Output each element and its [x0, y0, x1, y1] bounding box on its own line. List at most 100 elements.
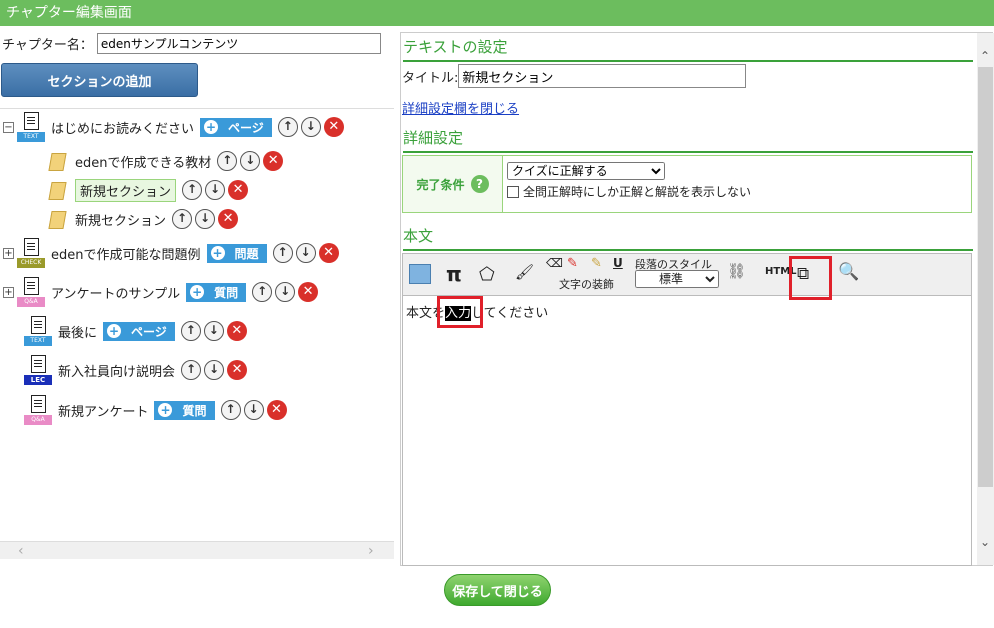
plus-icon: + — [210, 246, 225, 260]
text-page-icon: TEXT — [24, 316, 52, 346]
section-icon — [47, 209, 69, 229]
correct-only-checkbox-row[interactable]: 全問正解時にしか正解と解説を表示しない — [507, 183, 751, 200]
add-page-button[interactable]: + ページ — [200, 117, 272, 137]
delete-icon[interactable]: ✕ — [226, 321, 247, 341]
text-color-icon[interactable]: ✎ — [567, 256, 578, 271]
rich-text-editor: π ⬠ 🖌 ⌫ ✎ ✎ U 文字の装飾 段落のスタイル 標準 ⛓ HTML ⧉ … — [402, 253, 972, 566]
tree-node-label[interactable]: edenで作成可能な問題例 — [51, 244, 201, 263]
move-down-icon[interactable]: ↓ — [203, 321, 224, 341]
expand-icon[interactable]: + — [3, 247, 14, 259]
scroll-right-icon[interactable]: › — [368, 543, 374, 559]
plus-icon: + — [107, 324, 122, 338]
delete-icon[interactable]: ✕ — [266, 400, 287, 420]
delete-icon[interactable]: ✕ — [298, 282, 319, 302]
editor-content[interactable]: 本文を入力してください — [403, 296, 971, 328]
qa-page-icon: Q&A — [24, 395, 52, 425]
move-down-icon[interactable]: ↓ — [204, 360, 225, 380]
check-page-icon: CHECK — [17, 238, 45, 268]
correct-only-checkbox[interactable] — [507, 185, 519, 198]
tree-node-quiz[interactable]: + CHECK edenで作成可能な問題例 + 問題 ↑ ↓ ✕ — [3, 238, 342, 268]
tree-node-label[interactable]: 新規セクション — [75, 210, 166, 229]
add-survey-button[interactable]: + 質問 — [154, 400, 215, 420]
chapter-name-input[interactable] — [96, 32, 381, 54]
help-icon[interactable]: ? — [470, 175, 489, 193]
move-down-icon[interactable]: ↓ — [300, 117, 321, 137]
plus-icon: + — [204, 120, 219, 134]
editor-toolbar: π ⬠ 🖌 ⌫ ✎ ✎ U 文字の装飾 段落のスタイル 標準 ⛓ HTML ⧉ … — [403, 254, 971, 300]
move-down-icon[interactable]: ↓ — [195, 209, 216, 229]
move-up-icon[interactable]: ↑ — [172, 209, 193, 229]
add-section-button[interactable]: セクションの追加 — [1, 63, 198, 97]
delete-icon[interactable]: ✕ — [323, 117, 344, 137]
preview-search-icon[interactable]: 🔍 — [838, 262, 859, 282]
save-and-close-button[interactable]: 保存して閉じる — [444, 574, 551, 606]
delete-icon[interactable]: ✕ — [218, 209, 239, 229]
scroll-up-icon[interactable]: ⌃ — [980, 49, 990, 63]
scrollbar-thumb[interactable] — [978, 67, 993, 487]
add-question-button[interactable]: + 問題 — [206, 243, 267, 263]
text-settings-heading: テキストの設定 — [403, 36, 973, 62]
right-vertical-scrollbar[interactable]: ⌃ ⌄ — [977, 33, 994, 565]
delete-icon[interactable]: ✕ — [263, 151, 284, 171]
move-up-icon[interactable]: ↑ — [181, 360, 202, 380]
tree-node-survey[interactable]: + Q&A アンケートのサンプル + 質問 ↑ ↓ ✕ — [3, 277, 321, 307]
completion-controls: クイズに正解する 全問正解時にしか正解と解説を表示しない — [503, 156, 755, 212]
move-down-icon[interactable]: ↓ — [240, 151, 261, 171]
tree-node-label[interactable]: 新規アンケート — [58, 401, 148, 420]
tree-node-label[interactable]: 新規セクション — [75, 178, 177, 202]
delete-icon[interactable]: ✕ — [227, 360, 248, 380]
brush-icon[interactable]: 🖌 — [515, 263, 534, 281]
delete-icon[interactable]: ✕ — [228, 180, 249, 200]
move-up-icon[interactable]: ↑ — [277, 117, 298, 137]
completion-select[interactable]: クイズに正解する — [507, 162, 665, 180]
tree-node-label[interactable]: 新入社員向け説明会 — [58, 361, 175, 380]
tree-node-new-survey[interactable]: Q&A 新規アンケート + 質問 ↑ ↓ ✕ — [24, 395, 290, 425]
title-label: タイトル: — [402, 70, 459, 86]
qa-page-icon: Q&A — [17, 277, 45, 307]
highlight-icon[interactable]: ✎ — [591, 256, 602, 271]
delete-icon[interactable]: ✕ — [318, 243, 339, 263]
move-up-icon[interactable]: ↑ — [252, 282, 273, 302]
underline-icon[interactable]: U — [613, 256, 623, 270]
collapse-icon[interactable]: − — [3, 121, 14, 133]
tree-node-label[interactable]: 最後に — [58, 322, 97, 341]
image-icon[interactable] — [409, 264, 431, 284]
move-up-icon[interactable]: ↑ — [272, 243, 293, 263]
move-up-icon[interactable]: ↑ — [220, 400, 241, 420]
move-up-icon[interactable]: ↑ — [180, 321, 201, 341]
tree-node-section[interactable]: edenで作成できる教材 ↑ ↓ ✕ — [47, 148, 286, 174]
tree-node-label[interactable]: edenで作成できる教材 — [75, 152, 211, 171]
tree-node-label[interactable]: アンケートのサンプル — [51, 283, 180, 302]
add-page-button[interactable]: + ページ — [103, 321, 175, 341]
eraser-icon[interactable]: ⌫ — [546, 256, 563, 270]
scroll-down-icon[interactable]: ⌄ — [980, 535, 990, 549]
completion-label: 完了条件 — [416, 177, 465, 192]
highlight-box-media — [789, 256, 832, 300]
move-down-icon[interactable]: ↓ — [295, 243, 316, 263]
add-survey-button[interactable]: + 質問 — [186, 282, 247, 302]
tree-node-section[interactable]: 新規セクション ↑ ↓ ✕ — [47, 206, 241, 232]
tree-horizontal-scrollbar[interactable]: ‹ › — [0, 541, 394, 559]
shape-icon[interactable]: ⬠ — [479, 264, 495, 285]
title-input[interactable] — [458, 64, 747, 88]
plus-icon: + — [190, 285, 205, 299]
link-icon[interactable]: ⛓ — [727, 262, 746, 280]
move-up-icon[interactable]: ↑ — [182, 180, 203, 200]
tree-node-closing[interactable]: TEXT 最後に + ページ ↑ ↓ ✕ — [24, 316, 250, 346]
section-icon — [47, 151, 69, 171]
move-down-icon[interactable]: ↓ — [205, 180, 226, 200]
paragraph-style-select[interactable]: 標準 — [635, 270, 719, 288]
title-row: タイトル: — [402, 64, 747, 88]
scroll-left-icon[interactable]: ‹ — [18, 543, 24, 559]
expand-icon[interactable]: + — [3, 286, 14, 298]
highlight-box-selection — [437, 296, 483, 328]
tree-node-lecture[interactable]: LEC 新入社員向け説明会 ↑ ↓ ✕ — [24, 355, 250, 385]
tree-node-label[interactable]: はじめにお読みください — [51, 118, 194, 137]
close-details-link[interactable]: 詳細設定欄を閉じる — [402, 98, 519, 117]
pi-formula-icon[interactable]: π — [446, 262, 462, 286]
tree-node-intro[interactable]: − TEXT はじめにお読みください + ページ ↑ ↓ ✕ — [3, 112, 347, 142]
move-up-icon[interactable]: ↑ — [217, 151, 238, 171]
move-down-icon[interactable]: ↓ — [275, 282, 296, 302]
move-down-icon[interactable]: ↓ — [243, 400, 264, 420]
tree-node-section-selected[interactable]: 新規セクション ↑ ↓ ✕ — [43, 177, 251, 203]
